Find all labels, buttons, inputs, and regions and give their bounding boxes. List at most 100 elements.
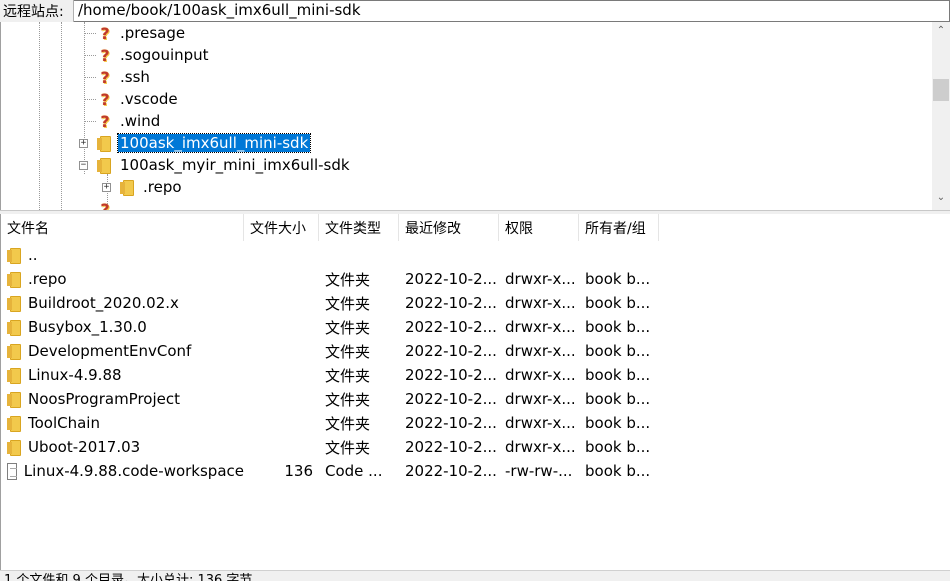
tree-item-ssh[interactable]: ? .ssh xyxy=(97,66,152,88)
tree-item-label: .presage xyxy=(120,24,186,42)
folder-icon xyxy=(7,295,21,312)
remote-path-input[interactable]: /home/book/100ask_imx6ull_mini-sdk xyxy=(74,0,950,22)
folder-icon xyxy=(7,439,21,456)
file-permissions: drwxr-x... xyxy=(505,390,576,408)
file-modified: 2022-10-2... xyxy=(405,438,497,456)
unknown-item-icon: ? xyxy=(100,89,110,109)
table-row[interactable]: NoosProgramProject 文件夹 2022-10-2... drwx… xyxy=(1,387,659,411)
table-row[interactable]: Uboot-2017.03 文件夹 2022-10-2... drwxr-x..… xyxy=(1,435,659,459)
folder-icon xyxy=(97,135,111,152)
file-owner: book b... xyxy=(585,342,651,360)
folder-icon xyxy=(7,271,21,288)
scroll-up-icon[interactable]: ⌃ xyxy=(932,22,950,39)
column-header-label: 最近修改 xyxy=(405,221,461,237)
table-row[interactable]: .repo 文件夹 2022-10-2... drwxr-x... book b… xyxy=(1,267,659,291)
unknown-item-icon: ? xyxy=(100,199,110,211)
sort-ascending-icon: ⌃ xyxy=(117,214,126,221)
column-header-type[interactable]: 文件类型 xyxy=(319,214,399,241)
tree-item-wind[interactable]: ? .wind xyxy=(97,110,162,132)
file-modified: 2022-10-2... xyxy=(405,318,497,336)
table-row[interactable]: Linux-4.9.88 文件夹 2022-10-2... drwxr-x...… xyxy=(1,363,659,387)
tree-item-label: .sogouinput xyxy=(120,46,209,64)
file-name: .repo xyxy=(28,270,67,288)
table-row[interactable]: .. xyxy=(1,243,659,267)
file-size: 136 xyxy=(284,462,313,480)
folder-icon xyxy=(7,367,21,384)
unknown-item-icon: ? xyxy=(100,45,110,65)
tree-item-presage[interactable]: ? .presage xyxy=(97,22,187,44)
list-rows: .. .repo 文件夹 2022-10-2... drwxr-x... boo… xyxy=(1,243,659,483)
file-modified: 2022-10-2... xyxy=(405,342,497,360)
folder-icon xyxy=(120,179,134,196)
file-type: 文件夹 xyxy=(325,294,371,313)
column-header-permissions[interactable]: 权限 xyxy=(499,214,579,241)
column-header-owner[interactable]: 所有者/组 xyxy=(579,214,659,241)
tree-branch-line xyxy=(84,99,96,100)
file-name: Linux-4.9.88.code-workspace xyxy=(23,462,244,480)
tree-item-label: 100ask_myir_mini_imx6ull-sdk xyxy=(120,156,350,174)
tree-branch-line xyxy=(84,121,96,122)
file-modified: 2022-10-2... xyxy=(405,390,497,408)
tree-item-100ask-myir-mini-imx6ull-sdk[interactable]: 100ask_myir_mini_imx6ull-sdk xyxy=(97,154,352,176)
table-row[interactable]: ToolChain 文件夹 2022-10-2... drwxr-x... bo… xyxy=(1,411,659,435)
file-owner: book b... xyxy=(585,390,651,408)
column-header-name[interactable]: ⌃ 文件名 xyxy=(1,214,244,241)
file-icon xyxy=(7,462,17,480)
tree-item-sogouinput[interactable]: ? .sogouinput xyxy=(97,44,211,66)
file-permissions: drwxr-x... xyxy=(505,438,576,456)
table-row[interactable]: Linux-4.9.88.code-workspace 136 Code ...… xyxy=(1,459,659,483)
tree-guide-line xyxy=(84,22,85,174)
column-header-size[interactable]: 文件大小 xyxy=(244,214,319,241)
list-header: ⌃ 文件名 文件大小 文件类型 最近修改 权限 所有者/组 xyxy=(1,214,659,241)
unknown-item-icon: ? xyxy=(100,23,110,43)
status-text: 1 个文件和 9 个目录。大小总计: 136 字节 xyxy=(4,573,253,581)
expand-plus-icon[interactable]: + xyxy=(102,183,111,192)
table-row[interactable]: Buildroot_2020.02.x 文件夹 2022-10-2... drw… xyxy=(1,291,659,315)
scroll-thumb[interactable] xyxy=(933,79,949,101)
file-name: NoosProgramProject xyxy=(28,390,180,408)
column-header-modified[interactable]: 最近修改 xyxy=(399,214,499,241)
file-type: Code ... xyxy=(325,462,383,480)
collapse-minus-icon[interactable]: − xyxy=(79,161,88,170)
status-bar: 1 个文件和 9 个目录。大小总计: 136 字节 xyxy=(0,570,950,581)
file-name: Busybox_1.30.0 xyxy=(28,318,147,336)
unknown-item-icon: ? xyxy=(100,67,110,87)
file-owner: book b... xyxy=(585,318,651,336)
tree-item-100ask-imx6ull-mini-sdk[interactable]: 100ask_imx6ull_mini-sdk xyxy=(97,132,312,154)
file-name: Buildroot_2020.02.x xyxy=(28,294,179,312)
tree-item-partial[interactable]: ? xyxy=(97,198,118,211)
file-name: ToolChain xyxy=(28,414,100,432)
tree-content: ? .presage ? .sogouinput ? .ssh ? .vscod… xyxy=(1,22,933,210)
file-modified: 2022-10-2... xyxy=(405,366,497,384)
expand-plus-icon[interactable]: + xyxy=(79,139,88,148)
table-row[interactable]: Busybox_1.30.0 文件夹 2022-10-2... drwxr-x.… xyxy=(1,315,659,339)
tree-item-label: .wind xyxy=(120,112,161,130)
file-name: Uboot-2017.03 xyxy=(28,438,141,456)
file-type: 文件夹 xyxy=(325,342,371,361)
column-header-label: 所有者/组 xyxy=(585,221,646,237)
file-owner: book b... xyxy=(585,438,651,456)
column-header-label: 文件大小 xyxy=(250,221,306,237)
tree-scrollbar[interactable]: ⌃ ⌄ xyxy=(932,22,950,210)
file-name: DevelopmentEnvConf xyxy=(28,342,192,360)
tree-item-label: .ssh xyxy=(120,68,150,86)
tree-item-label: .vscode xyxy=(120,90,178,108)
file-permissions: -rw-rw-... xyxy=(505,462,573,480)
file-name: Linux-4.9.88 xyxy=(28,366,122,384)
tree-item-label: .repo xyxy=(143,178,182,196)
file-permissions: drwxr-x... xyxy=(505,414,576,432)
tree-branch-line xyxy=(84,77,96,78)
file-owner: book b... xyxy=(585,294,651,312)
file-permissions: drwxr-x... xyxy=(505,318,576,336)
file-modified: 2022-10-2... xyxy=(405,270,497,288)
tree-branch-line xyxy=(84,33,96,34)
remote-directory-tree: ? .presage ? .sogouinput ? .ssh ? .vscod… xyxy=(0,22,950,210)
column-header-label: 文件名 xyxy=(7,221,49,237)
scroll-down-icon[interactable]: ⌄ xyxy=(932,189,950,206)
tree-item-repo[interactable]: .repo xyxy=(120,176,184,198)
tree-item-vscode[interactable]: ? .vscode xyxy=(97,88,180,110)
file-type: 文件夹 xyxy=(325,414,371,433)
table-row[interactable]: DevelopmentEnvConf 文件夹 2022-10-2... drwx… xyxy=(1,339,659,363)
folder-icon xyxy=(7,247,21,264)
remote-site-bar: 远程站点: /home/book/100ask_imx6ull_mini-sdk xyxy=(0,0,950,22)
